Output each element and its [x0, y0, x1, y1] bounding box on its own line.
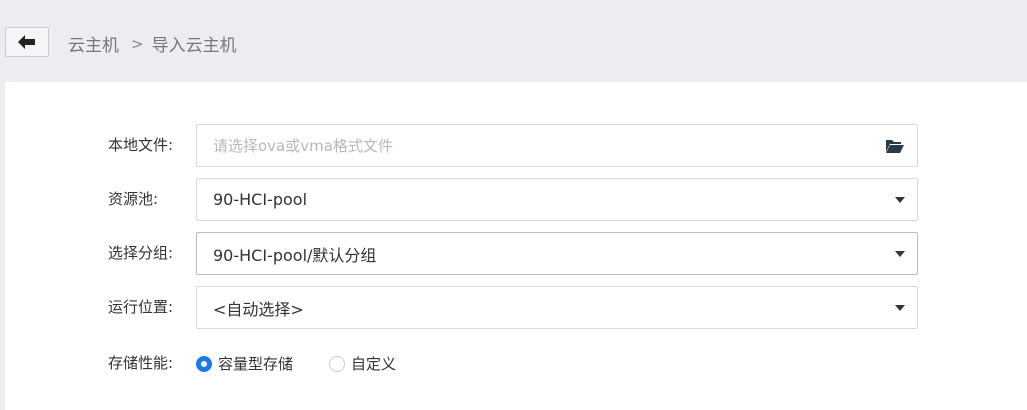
local-file-label: 本地文件: — [108, 136, 174, 154]
radio-checked-icon — [196, 355, 212, 372]
form-panel: 本地文件: 资源池: 90-HCI-pool 选择分组: 90-HCI-pool… — [5, 82, 1027, 410]
radio-label: 自定义 — [351, 355, 397, 373]
group-value: 90-HCI-pool/默认分组 — [213, 245, 377, 265]
caret-down-icon — [895, 305, 905, 311]
group-label: 选择分组: — [108, 244, 174, 262]
row-location: 运行位置: <自动选择> — [5, 286, 1027, 329]
back-button[interactable] — [5, 27, 49, 57]
radio-label: 容量型存储 — [218, 355, 294, 373]
storage-radio-group: 容量型存储 自定义 — [196, 342, 432, 385]
top-bar: 云主机 > 导入云主机 — [0, 0, 1027, 82]
radio-capacity-storage[interactable]: 容量型存储 — [196, 353, 293, 374]
caret-down-icon — [895, 197, 905, 203]
resource-pool-label: 资源池: — [108, 190, 159, 208]
row-resource-pool: 资源池: 90-HCI-pool — [5, 178, 1027, 221]
breadcrumb-root[interactable]: 云主机 — [68, 31, 119, 56]
radio-custom[interactable]: 自定义 — [329, 353, 396, 374]
location-value: <自动选择> — [213, 299, 304, 319]
radio-unchecked-icon — [329, 355, 346, 372]
resource-pool-value: 90-HCI-pool — [213, 190, 308, 209]
row-group: 选择分组: 90-HCI-pool/默认分组 — [5, 232, 1027, 275]
folder-open-icon[interactable] — [885, 138, 905, 154]
arrow-left-icon — [18, 35, 35, 49]
breadcrumb: 云主机 > 导入云主机 — [68, 31, 237, 57]
resource-pool-select[interactable]: 90-HCI-pool — [196, 178, 918, 221]
caret-down-icon — [895, 251, 905, 257]
local-file-field[interactable] — [196, 124, 918, 167]
group-select[interactable]: 90-HCI-pool/默认分组 — [196, 232, 918, 275]
row-local-file: 本地文件: — [5, 124, 1027, 167]
local-file-input[interactable] — [213, 136, 853, 155]
breadcrumb-current: 导入云主机 — [151, 36, 237, 56]
location-label: 运行位置: — [108, 298, 174, 316]
storage-label: 存储性能: — [108, 354, 174, 372]
breadcrumb-separator: > — [131, 34, 144, 53]
row-storage: 存储性能: 容量型存储 自定义 — [5, 342, 1027, 385]
location-select[interactable]: <自动选择> — [196, 286, 918, 329]
